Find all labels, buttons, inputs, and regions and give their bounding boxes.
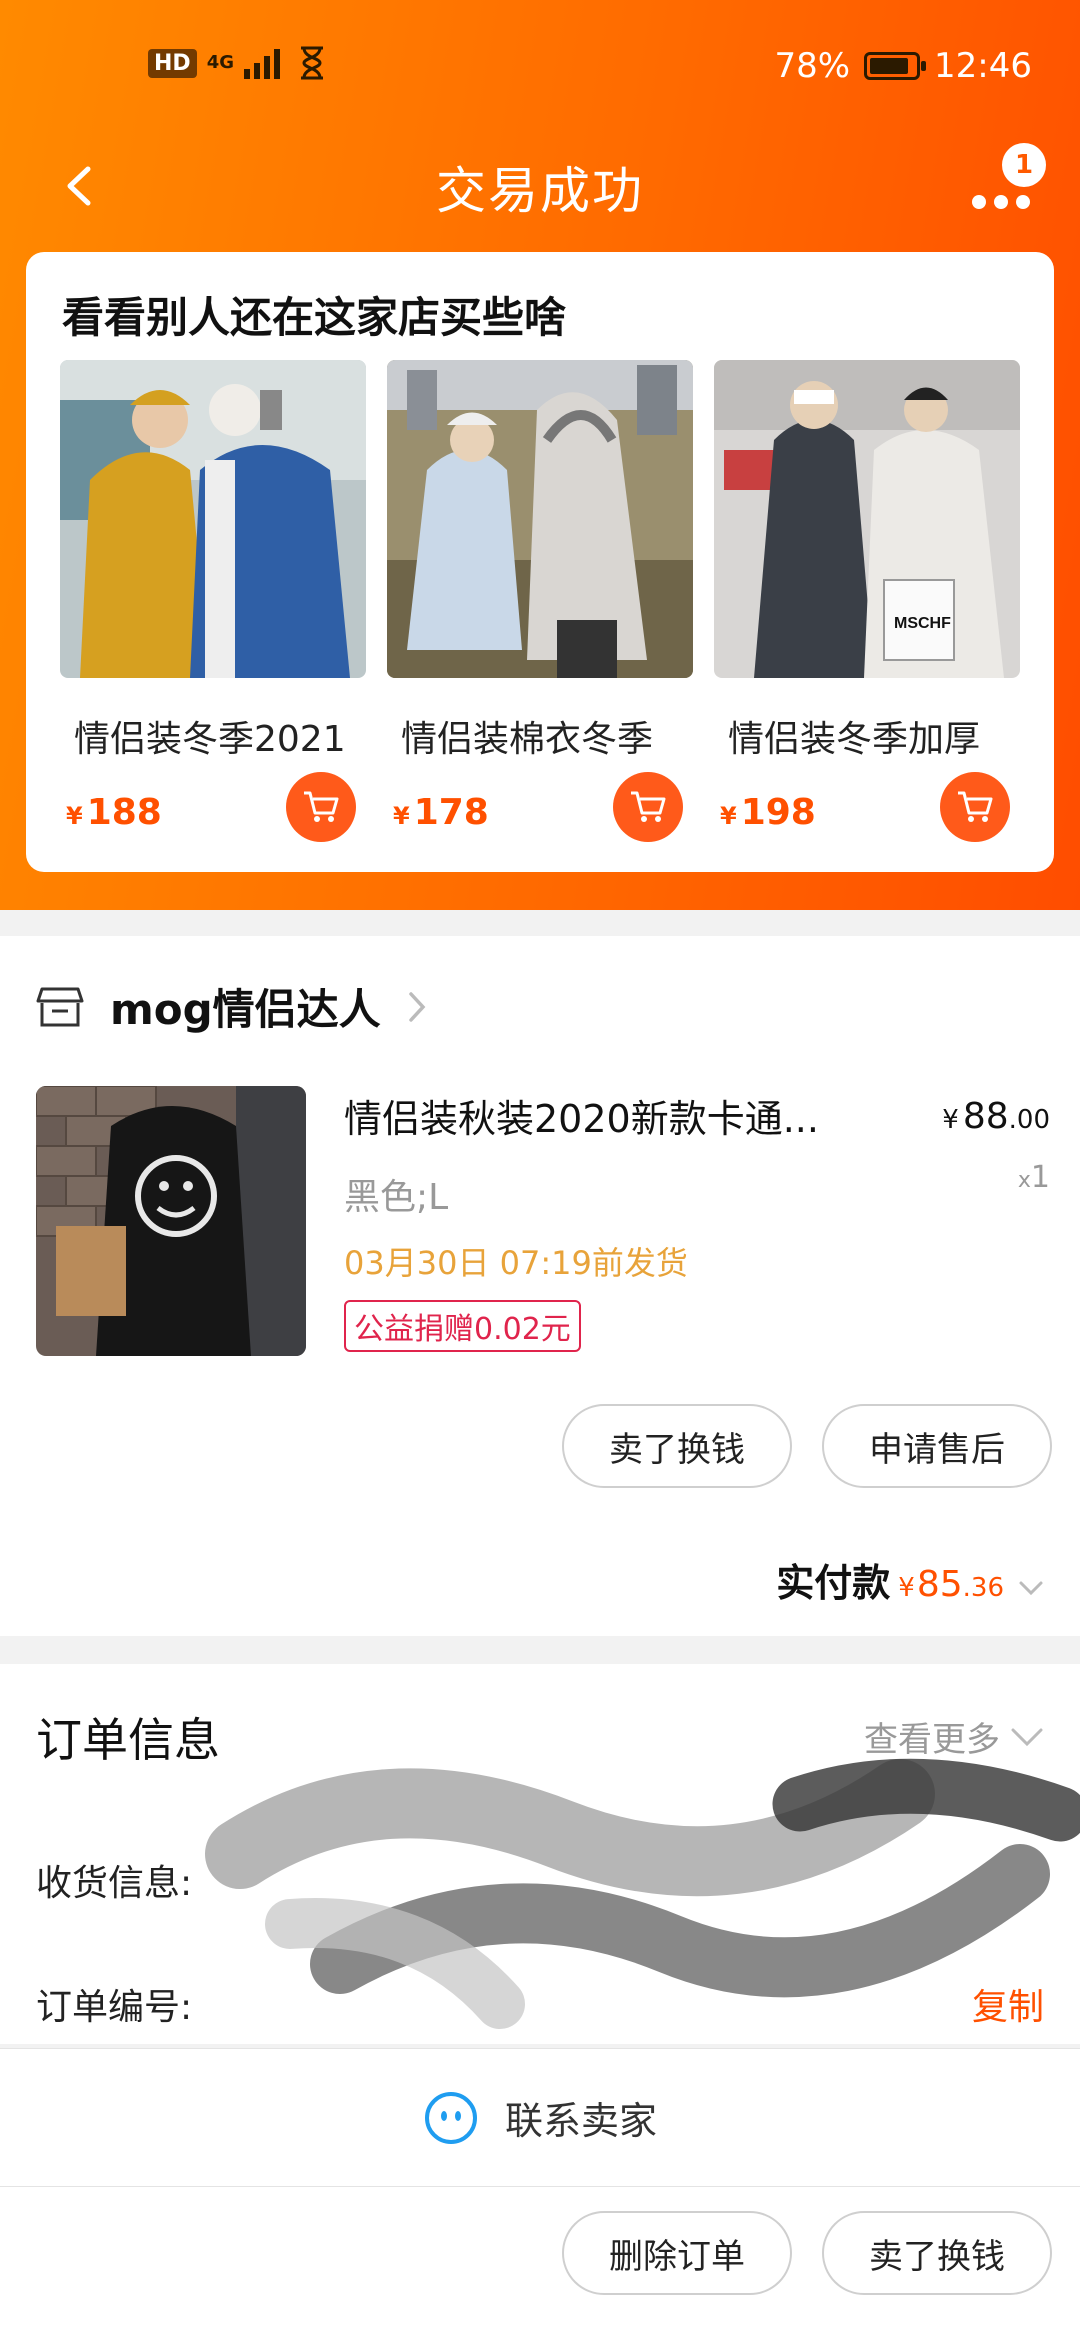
add-to-cart-button[interactable]	[940, 772, 1010, 842]
clock: 12:46	[934, 46, 1032, 86]
status-left: HD 4G	[148, 46, 326, 80]
signal-icon	[244, 49, 280, 79]
cart-icon	[958, 791, 993, 822]
sell-button[interactable]: 卖了换钱	[562, 1404, 792, 1488]
cart-icon	[304, 791, 339, 822]
shop-name[interactable]: mog情侣达人	[110, 976, 381, 1037]
address-label: 收货信息:	[36, 1863, 193, 1904]
cart-icon	[631, 791, 666, 822]
contact-seller-button[interactable]: 联系卖家	[0, 2048, 1080, 2186]
add-to-cart-button[interactable]	[613, 772, 683, 842]
order-product-sku: 黑色;L	[344, 1177, 449, 1218]
battery-level: 78%	[774, 46, 851, 86]
recommend-title: 看看别人还在这家店买些啥	[62, 293, 567, 342]
bottom-action-bar: 删除订单 卖了换钱	[0, 2186, 1080, 2340]
recommend-item[interactable]: MSCHF 情侣装冬季加厚 ¥198	[714, 360, 1020, 842]
chat-face-icon	[424, 2091, 477, 2144]
product-image[interactable]	[387, 360, 693, 678]
chevron-right-icon	[408, 991, 426, 1022]
battery-icon	[864, 52, 927, 80]
sell-for-cash-button[interactable]: 卖了换钱	[822, 2211, 1052, 2295]
status-bar: HD 4G 78% 12:46	[0, 0, 1080, 135]
status-right: 78% 12:46	[774, 46, 1032, 86]
order-product-title[interactable]: 情侣装秋装2020新款卡通...	[344, 1088, 864, 1143]
hd-indicator: HD	[148, 48, 197, 78]
more-icon	[972, 195, 1030, 209]
chevron-down-icon	[1019, 1581, 1043, 1596]
recommend-item-price: ¥198	[720, 792, 816, 833]
order-info-card: 订单信息 查看更多 收货信息: 订单编号: 复制	[0, 1664, 1080, 2044]
recommend-item-name: 情侣装冬季2021	[74, 719, 346, 760]
order-number-label: 订单编号:	[36, 1987, 193, 2028]
shop-card: mog情侣达人 情侣装秋装2020新款卡通... ¥88.00 x1 黑色;L …	[0, 936, 1080, 1636]
recommend-item[interactable]: 情侣装冬季2021 ¥188	[60, 360, 366, 842]
shipping-deadline: 03月30日 07:19前发货	[344, 1244, 688, 1282]
store-icon	[36, 987, 84, 1026]
charity-badge: 公益捐赠0.02元	[344, 1300, 581, 1352]
recommend-item[interactable]: 情侣装棉衣冬季 ¥178	[387, 360, 693, 842]
redaction-scribble	[205, 1758, 1080, 2029]
paid-amount-row[interactable]: 实付款 ¥85.36	[776, 1552, 1044, 1607]
recommend-item-price: ¥188	[66, 792, 162, 833]
add-to-cart-button[interactable]	[286, 772, 356, 842]
paid-label: 实付款	[776, 1561, 891, 1605]
after-sale-button[interactable]: 申请售后	[822, 1404, 1052, 1488]
shop-header[interactable]: mog情侣达人	[36, 976, 427, 1037]
paid-amount: ¥85.36	[898, 1564, 1004, 1605]
order-product-quantity: x1	[1017, 1160, 1050, 1195]
order-info-title: 订单信息	[36, 1713, 220, 1767]
hourglass-icon	[301, 46, 323, 80]
bag-logo: MSCHF	[894, 615, 951, 632]
recommend-item-name: 情侣装棉衣冬季	[401, 719, 654, 760]
order-product-price: ¥88.00	[942, 1096, 1050, 1137]
message-badge: 1	[1002, 143, 1046, 187]
recommend-card: 看看别人还在这家店买些啥 情侣装冬季2021 ¥188 情侣装棉衣冬季 ¥ 17…	[26, 252, 1054, 872]
top-nav: 交易成功 1	[0, 135, 1080, 235]
delete-order-button[interactable]: 删除订单	[562, 2211, 792, 2295]
product-image[interactable]	[60, 360, 366, 678]
network-type: 4G	[206, 52, 234, 73]
product-image[interactable]: MSCHF	[714, 360, 1020, 678]
order-product-image[interactable]	[36, 1086, 306, 1356]
recommend-item-name: 情侣装冬季加厚	[728, 719, 981, 760]
page-title: 交易成功	[436, 162, 644, 220]
contact-seller-label: 联系卖家	[504, 2099, 657, 2143]
more-button[interactable]: 1	[966, 143, 1046, 227]
recommend-item-price: ¥178	[393, 792, 489, 833]
